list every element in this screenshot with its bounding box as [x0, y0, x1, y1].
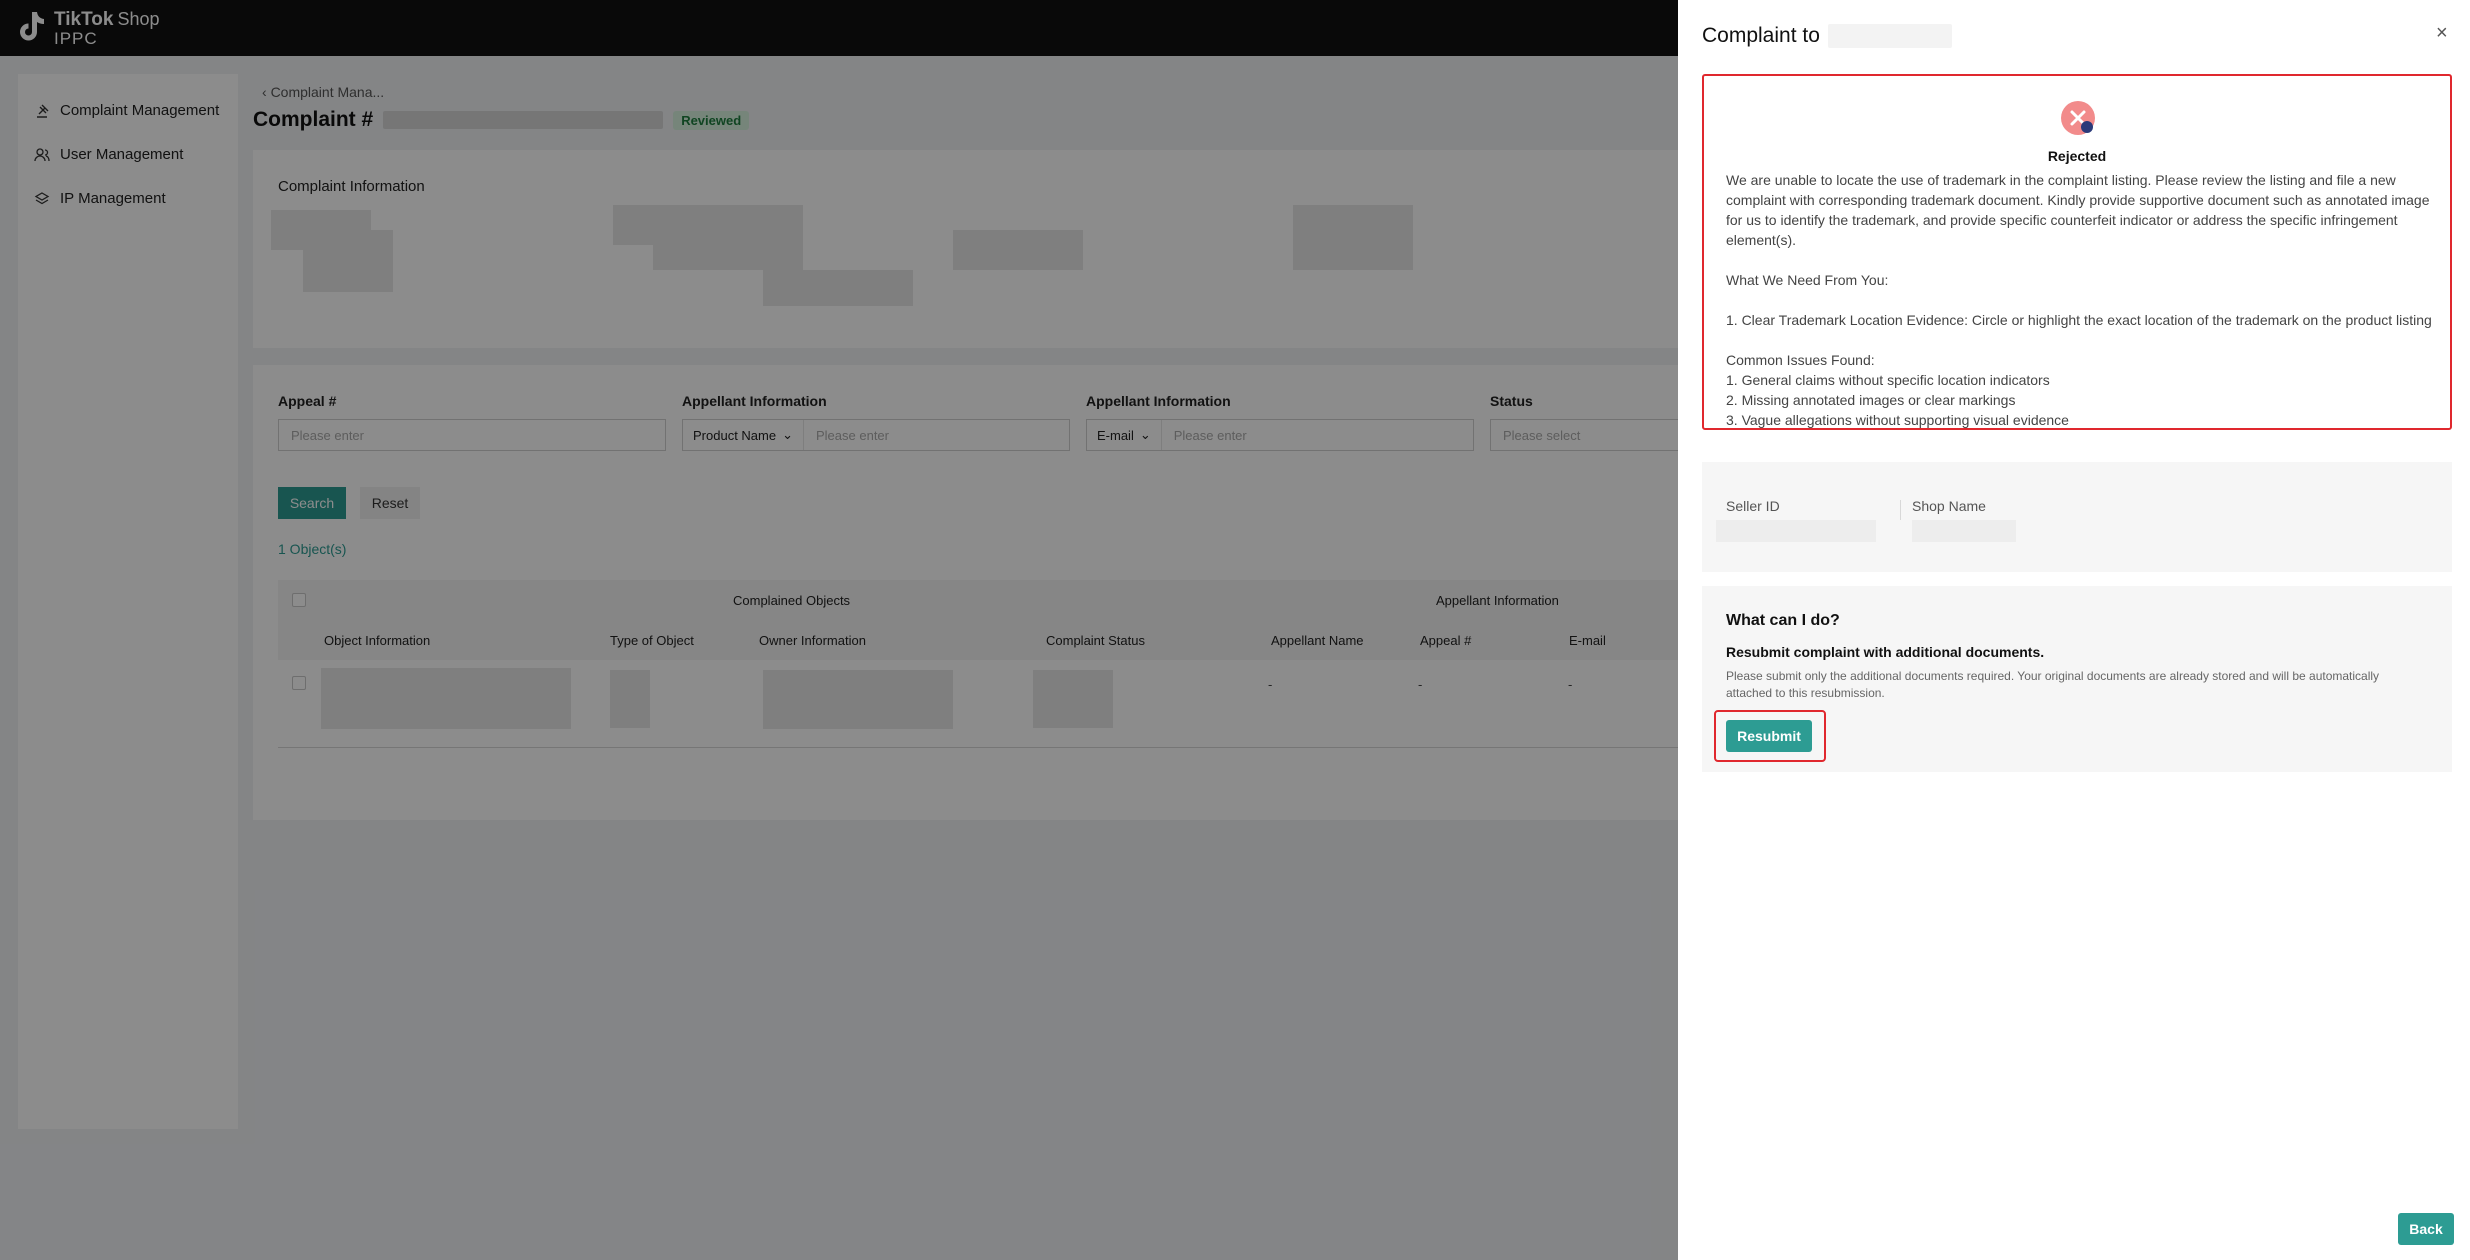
redacted-seller-id — [1716, 520, 1876, 542]
action-title: What can I do? — [1726, 612, 1840, 629]
rejection-paragraph: We are unable to locate the use of trade… — [1726, 172, 2430, 248]
resubmit-button[interactable]: Resubmit — [1726, 720, 1812, 752]
rejection-message: We are unable to locate the use of trade… — [1726, 170, 2436, 430]
rejection-details-box: Rejected We are unable to locate the use… — [1702, 74, 2452, 430]
rejection-status: Rejected — [2047, 148, 2107, 164]
issues-heading: Common Issues Found: — [1726, 352, 1875, 368]
redacted-shop-name — [1912, 520, 2016, 542]
what-can-i-do-card: What can I do? Resubmit complaint with a… — [1702, 586, 2452, 772]
divider — [1900, 500, 1901, 520]
action-subtitle: Resubmit complaint with additional docum… — [1726, 644, 2045, 660]
complaint-drawer: Complaint to × Rejected We are unable to… — [1678, 0, 2470, 1260]
drawer-title: Complaint to — [1702, 24, 1952, 48]
resubmit-highlight: Resubmit — [1714, 710, 1826, 762]
rejected-icon — [2060, 100, 2096, 136]
need-item: 1. Clear Trademark Location Evidence: Ci… — [1726, 312, 2432, 328]
back-button[interactable]: Back — [2398, 1213, 2454, 1245]
redacted-recipient — [1827, 24, 1952, 48]
seller-info-card: Seller ID Shop Name — [1702, 462, 2452, 572]
issue-item: 1. General claims without specific locat… — [1726, 372, 2050, 388]
issue-item: 2. Missing annotated images or clear mar… — [1726, 392, 2016, 408]
seller-id-label: Seller ID — [1726, 498, 1780, 514]
modal-overlay[interactable] — [0, 0, 1678, 1260]
issue-item: 3. Vague allegations without supporting … — [1726, 412, 2069, 428]
need-heading: What We Need From You: — [1726, 272, 1889, 288]
action-note: Please submit only the additional docume… — [1726, 669, 2380, 700]
close-icon[interactable]: × — [2436, 22, 2448, 45]
shop-name-label: Shop Name — [1912, 498, 1986, 514]
